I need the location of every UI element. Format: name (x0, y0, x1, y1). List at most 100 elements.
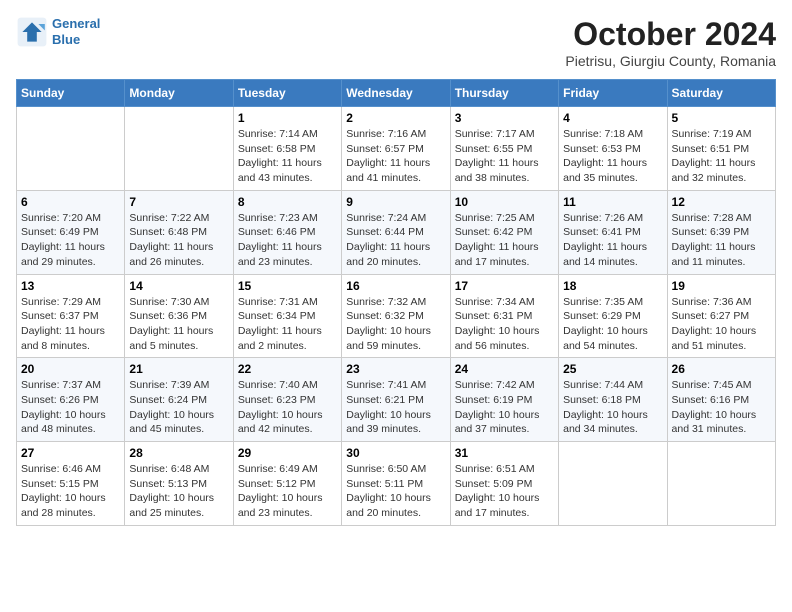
calendar-week-row: 27Sunrise: 6:46 AM Sunset: 5:15 PM Dayli… (17, 442, 776, 526)
day-number: 11 (563, 195, 662, 209)
day-info: Sunrise: 7:35 AM Sunset: 6:29 PM Dayligh… (563, 295, 662, 354)
day-number: 9 (346, 195, 445, 209)
day-number: 4 (563, 111, 662, 125)
calendar-cell: 8Sunrise: 7:23 AM Sunset: 6:46 PM Daylig… (233, 190, 341, 274)
location-subtitle: Pietrisu, Giurgiu County, Romania (565, 53, 776, 69)
calendar-cell: 9 Sunrise: 7:24 AM Sunset: 6:44 PM Daylig… (342, 190, 450, 274)
day-info: Sunrise: 7:32 AM Sunset: 6:32 PM Dayligh… (346, 295, 445, 354)
calendar-cell: 11 Sunrise: 7:26 AM Sunset: 6:41 PM Dayli… (559, 190, 667, 274)
day-info: Sunrise: 7:30 AM Sunset: 6:36 PM Dayligh… (129, 295, 228, 354)
day-number: 1 (238, 111, 337, 125)
day-number: 22 (238, 362, 337, 376)
calendar-cell: 10Sunrise: 7:25 AM Sunset: 6:42 PM Dayli… (450, 190, 558, 274)
title-block: October 2024 Pietrisu, Giurgiu County, R… (565, 16, 776, 69)
calendar-cell: 4 Sunrise: 7:18 AM Sunset: 6:53 PM Daylig… (559, 107, 667, 191)
day-info: Sunrise: 7:20 AM Sunset: 6:49 PM Dayligh… (21, 211, 120, 270)
day-number: 20 (21, 362, 120, 376)
day-info: Sunrise: 7:40 AM Sunset: 6:23 PM Dayligh… (238, 378, 337, 437)
day-info: Sunrise: 7:41 AM Sunset: 6:21 PM Dayligh… (346, 378, 445, 437)
page-header: General Blue October 2024 Pietrisu, Giur… (16, 16, 776, 69)
logo: General Blue (16, 16, 100, 48)
day-number: 13 (21, 279, 120, 293)
month-title: October 2024 (565, 16, 776, 53)
calendar-cell: 3 Sunrise: 7:17 AM Sunset: 6:55 PM Daylig… (450, 107, 558, 191)
day-number: 21 (129, 362, 228, 376)
weekday-header: Saturday (667, 80, 775, 107)
logo-line1: General (52, 16, 100, 31)
day-info: Sunrise: 7:31 AM Sunset: 6:34 PM Dayligh… (238, 295, 337, 354)
calendar-cell: 5 Sunrise: 7:19 AM Sunset: 6:51 PM Daylig… (667, 107, 775, 191)
calendar-cell (559, 442, 667, 526)
calendar-cell: 15 Sunrise: 7:31 AM Sunset: 6:34 PM Dayli… (233, 274, 341, 358)
day-info: Sunrise: 7:37 AM Sunset: 6:26 PM Dayligh… (21, 378, 120, 437)
logo-line2: Blue (52, 32, 80, 47)
calendar-week-row: 20 Sunrise: 7:37 AM Sunset: 6:26 PM Dayli… (17, 358, 776, 442)
calendar-cell (17, 107, 125, 191)
day-info: Sunrise: 7:14 AM Sunset: 6:58 PM Dayligh… (238, 127, 337, 186)
calendar-cell: 19 Sunrise: 7:36 AM Sunset: 6:27 PM Dayli… (667, 274, 775, 358)
weekday-header-row: SundayMondayTuesdayWednesdayThursdayFrid… (17, 80, 776, 107)
calendar-cell: 23 Sunrise: 7:41 AM Sunset: 6:21 PM Dayli… (342, 358, 450, 442)
weekday-header: Friday (559, 80, 667, 107)
day-number: 3 (455, 111, 554, 125)
calendar-cell: 31Sunrise: 6:51 AM Sunset: 5:09 PM Dayli… (450, 442, 558, 526)
day-info: Sunrise: 6:50 AM Sunset: 5:11 PM Dayligh… (346, 462, 445, 521)
day-info: Sunrise: 7:42 AM Sunset: 6:19 PM Dayligh… (455, 378, 554, 437)
day-info: Sunrise: 6:49 AM Sunset: 5:12 PM Dayligh… (238, 462, 337, 521)
day-number: 28 (129, 446, 228, 460)
calendar-cell: 6 Sunrise: 7:20 AM Sunset: 6:49 PM Daylig… (17, 190, 125, 274)
calendar-week-row: 6 Sunrise: 7:20 AM Sunset: 6:49 PM Daylig… (17, 190, 776, 274)
day-info: Sunrise: 7:39 AM Sunset: 6:24 PM Dayligh… (129, 378, 228, 437)
logo-text: General Blue (52, 16, 100, 47)
day-number: 23 (346, 362, 445, 376)
day-number: 27 (21, 446, 120, 460)
day-number: 2 (346, 111, 445, 125)
calendar-cell: 28 Sunrise: 6:48 AM Sunset: 5:13 PM Dayli… (125, 442, 233, 526)
calendar-cell: 1 Sunrise: 7:14 AM Sunset: 6:58 PM Daylig… (233, 107, 341, 191)
calendar-table: SundayMondayTuesdayWednesdayThursdayFrid… (16, 79, 776, 526)
day-info: Sunrise: 7:19 AM Sunset: 6:51 PM Dayligh… (672, 127, 771, 186)
weekday-header: Tuesday (233, 80, 341, 107)
day-number: 15 (238, 279, 337, 293)
day-number: 5 (672, 111, 771, 125)
day-info: Sunrise: 7:25 AM Sunset: 6:42 PM Dayligh… (455, 211, 554, 270)
calendar-cell: 29 Sunrise: 6:49 AM Sunset: 5:12 PM Dayli… (233, 442, 341, 526)
day-number: 12 (672, 195, 771, 209)
day-info: Sunrise: 7:45 AM Sunset: 6:16 PM Dayligh… (672, 378, 771, 437)
day-number: 30 (346, 446, 445, 460)
day-info: Sunrise: 7:34 AM Sunset: 6:31 PM Dayligh… (455, 295, 554, 354)
logo-icon (16, 16, 48, 48)
day-info: Sunrise: 7:44 AM Sunset: 6:18 PM Dayligh… (563, 378, 662, 437)
day-number: 26 (672, 362, 771, 376)
day-info: Sunrise: 7:36 AM Sunset: 6:27 PM Dayligh… (672, 295, 771, 354)
day-number: 25 (563, 362, 662, 376)
calendar-cell: 27Sunrise: 6:46 AM Sunset: 5:15 PM Dayli… (17, 442, 125, 526)
calendar-week-row: 1 Sunrise: 7:14 AM Sunset: 6:58 PM Daylig… (17, 107, 776, 191)
day-number: 29 (238, 446, 337, 460)
day-number: 6 (21, 195, 120, 209)
day-number: 19 (672, 279, 771, 293)
calendar-cell: 26 Sunrise: 7:45 AM Sunset: 6:16 PM Dayli… (667, 358, 775, 442)
calendar-cell: 30 Sunrise: 6:50 AM Sunset: 5:11 PM Dayli… (342, 442, 450, 526)
day-info: Sunrise: 7:17 AM Sunset: 6:55 PM Dayligh… (455, 127, 554, 186)
day-info: Sunrise: 6:51 AM Sunset: 5:09 PM Dayligh… (455, 462, 554, 521)
day-info: Sunrise: 7:16 AM Sunset: 6:57 PM Dayligh… (346, 127, 445, 186)
day-info: Sunrise: 6:48 AM Sunset: 5:13 PM Dayligh… (129, 462, 228, 521)
day-number: 18 (563, 279, 662, 293)
calendar-cell: 12 Sunrise: 7:28 AM Sunset: 6:39 PM Dayli… (667, 190, 775, 274)
day-info: Sunrise: 7:18 AM Sunset: 6:53 PM Dayligh… (563, 127, 662, 186)
day-info: Sunrise: 7:24 AM Sunset: 6:44 PM Dayligh… (346, 211, 445, 270)
day-number: 16 (346, 279, 445, 293)
weekday-header: Sunday (17, 80, 125, 107)
day-number: 8 (238, 195, 337, 209)
day-info: Sunrise: 7:28 AM Sunset: 6:39 PM Dayligh… (672, 211, 771, 270)
calendar-cell: 22 Sunrise: 7:40 AM Sunset: 6:23 PM Dayli… (233, 358, 341, 442)
day-info: Sunrise: 7:26 AM Sunset: 6:41 PM Dayligh… (563, 211, 662, 270)
calendar-cell: 7Sunrise: 7:22 AM Sunset: 6:48 PM Daylig… (125, 190, 233, 274)
calendar-cell: 18 Sunrise: 7:35 AM Sunset: 6:29 PM Dayli… (559, 274, 667, 358)
weekday-header: Thursday (450, 80, 558, 107)
calendar-cell (667, 442, 775, 526)
day-number: 17 (455, 279, 554, 293)
calendar-week-row: 13Sunrise: 7:29 AM Sunset: 6:37 PM Dayli… (17, 274, 776, 358)
calendar-cell: 20 Sunrise: 7:37 AM Sunset: 6:26 PM Dayli… (17, 358, 125, 442)
